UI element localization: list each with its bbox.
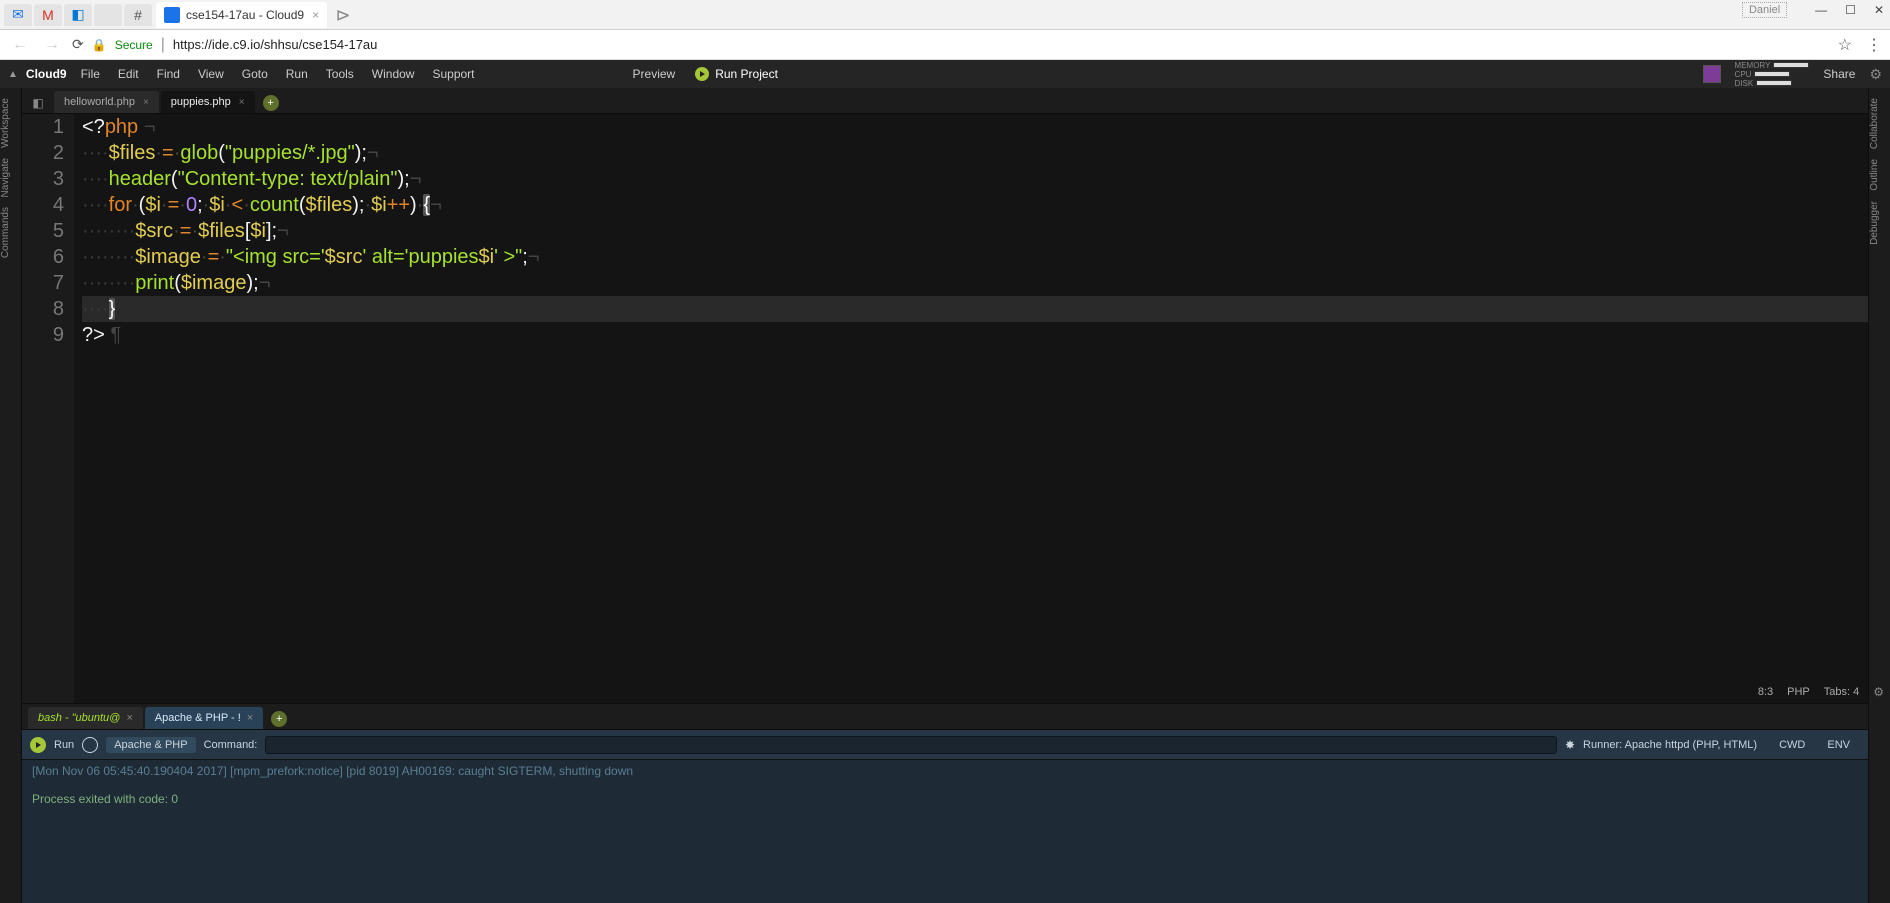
ide-menubar: ▲ Cloud9 File Edit Find View Goto Run To… bbox=[0, 60, 1890, 88]
restart-icon[interactable] bbox=[82, 737, 98, 753]
rail-workspace[interactable]: Workspace bbox=[0, 98, 22, 148]
nav-back-button[interactable]: ← bbox=[8, 36, 32, 54]
command-input[interactable] bbox=[265, 736, 1557, 754]
rail-outline[interactable]: Outline bbox=[1869, 159, 1890, 191]
file-tabbar: ◧ helloworld.php × puppies.php × + bbox=[22, 88, 1868, 114]
browser-tab-strip: ✉ M ◧ # cse154-17au - Cloud9 × ⊳ Daniel … bbox=[0, 0, 1890, 30]
left-rail: Workspace Navigate Commands bbox=[0, 88, 22, 903]
pinned-tab-gmail-icon[interactable]: M bbox=[34, 4, 62, 26]
pinned-tab-apple-icon[interactable] bbox=[94, 4, 122, 26]
share-button[interactable]: Share bbox=[1823, 67, 1855, 81]
panel-collapse-icon[interactable]: ◧ bbox=[28, 93, 48, 113]
file-tab-label: puppies.php bbox=[171, 96, 231, 108]
rail-collaborate[interactable]: Collaborate bbox=[1869, 98, 1890, 149]
menu-edit[interactable]: Edit bbox=[118, 67, 139, 81]
secure-label: Secure bbox=[115, 38, 153, 52]
terminal-tab-apache[interactable]: Apache & PHP - ! × bbox=[145, 707, 263, 729]
user-avatar-icon[interactable] bbox=[1703, 65, 1721, 83]
terminal-line: Process exited with code: 0 bbox=[32, 792, 1858, 806]
bookmark-star-icon[interactable]: ☆ bbox=[1838, 35, 1852, 55]
terminal-output[interactable]: [Mon Nov 06 05:45:40.190404 2017] [mpm_p… bbox=[22, 760, 1868, 903]
add-tab-button[interactable]: + bbox=[263, 95, 279, 111]
rail-commands[interactable]: Commands bbox=[0, 207, 22, 258]
new-tab-button[interactable]: ⊳ bbox=[333, 5, 353, 25]
menu-tools[interactable]: Tools bbox=[326, 67, 354, 81]
run-project-play-icon[interactable] bbox=[695, 67, 709, 81]
editor-status-strip: 8:3 PHP Tabs: 4 ⚙ bbox=[1758, 685, 1884, 699]
window-maximize-button[interactable]: ☐ bbox=[1845, 3, 1856, 17]
terminal-tab-label: Apache & PHP - ! bbox=[155, 712, 241, 724]
runner-info[interactable]: Runner: Apache httpd (PHP, HTML) bbox=[1583, 739, 1757, 751]
runner-chip[interactable]: Apache & PHP bbox=[106, 737, 195, 753]
resource-meters: MEMORY CPU DISK bbox=[1735, 61, 1810, 88]
env-button[interactable]: ENV bbox=[1827, 739, 1850, 751]
chrome-user-label[interactable]: Daniel bbox=[1742, 2, 1787, 18]
browser-tab-active[interactable]: cse154-17au - Cloud9 × bbox=[156, 2, 327, 28]
menu-support[interactable]: Support bbox=[432, 67, 474, 81]
ide-root: ▲ Cloud9 File Edit Find View Goto Run To… bbox=[0, 60, 1890, 903]
url-field[interactable]: https://ide.c9.io/shhsu/cse154-17au bbox=[173, 37, 1830, 52]
pinned-tab-outlook-icon[interactable]: ◧ bbox=[64, 4, 92, 26]
tab-close-icon[interactable]: × bbox=[239, 97, 245, 108]
pinned-tab-hash-icon[interactable]: # bbox=[124, 4, 152, 26]
tab-close-icon[interactable]: × bbox=[312, 8, 319, 22]
cursor-position: 8:3 bbox=[1758, 686, 1773, 698]
rail-navigate[interactable]: Navigate bbox=[0, 158, 22, 197]
run-button[interactable]: Run bbox=[54, 739, 74, 751]
cpu-label: CPU bbox=[1735, 70, 1752, 79]
chrome-menu-icon[interactable]: ⋮ bbox=[1866, 35, 1882, 55]
menu-window[interactable]: Window bbox=[372, 67, 415, 81]
file-tab-helloworld[interactable]: helloworld.php × bbox=[54, 91, 159, 113]
tab-close-icon[interactable]: × bbox=[247, 712, 253, 724]
code-editor[interactable]: 123456789 <?php ¬ ····$files·=·glob("pup… bbox=[22, 114, 1868, 703]
disk-label: DISK bbox=[1735, 79, 1754, 88]
command-label: Command: bbox=[204, 739, 258, 751]
reload-button[interactable]: ⟳ bbox=[72, 36, 84, 53]
editor-settings-gear-icon[interactable]: ⚙ bbox=[1873, 685, 1884, 699]
menu-file[interactable]: File bbox=[81, 67, 100, 81]
lang-mode[interactable]: PHP bbox=[1787, 686, 1810, 698]
terminal-line: [Mon Nov 06 05:45:40.190404 2017] [mpm_p… bbox=[32, 764, 1858, 778]
tab-close-icon[interactable]: × bbox=[126, 712, 132, 724]
nav-forward-button[interactable]: → bbox=[40, 36, 64, 54]
menu-find[interactable]: Find bbox=[157, 67, 180, 81]
preview-button[interactable]: Preview bbox=[633, 67, 676, 81]
code-area[interactable]: <?php ¬ ····$files·=·glob("puppies/*.jpg… bbox=[74, 114, 1868, 348]
file-tab-label: helloworld.php bbox=[64, 96, 135, 108]
window-close-button[interactable]: ✕ bbox=[1874, 3, 1884, 17]
terminal-tab-bash[interactable]: bash - "ubuntu@ × bbox=[28, 707, 143, 729]
brand-label[interactable]: Cloud9 bbox=[26, 67, 67, 81]
browser-tab-title: cse154-17au - Cloud9 bbox=[186, 8, 304, 22]
menu-run[interactable]: Run bbox=[286, 67, 308, 81]
window-minimize-button[interactable]: — bbox=[1815, 3, 1827, 17]
run-play-icon[interactable] bbox=[30, 737, 46, 753]
tab-close-icon[interactable]: × bbox=[143, 97, 149, 108]
add-terminal-tab-button[interactable]: + bbox=[271, 711, 287, 727]
address-bar: ← → ⟳ 🔒 Secure | https://ide.c9.io/shhsu… bbox=[0, 30, 1890, 60]
bottom-panel: bash - "ubuntu@ × Apache & PHP - ! × + R… bbox=[22, 703, 1868, 903]
bug-icon[interactable]: ✸ bbox=[1565, 738, 1575, 752]
terminal-tab-label: bash - "ubuntu@ bbox=[38, 712, 120, 724]
run-project-button[interactable]: Run Project bbox=[715, 67, 778, 81]
tab-size[interactable]: Tabs: 4 bbox=[1824, 686, 1859, 698]
cloud9-favicon-icon bbox=[164, 7, 180, 23]
cwd-button[interactable]: CWD bbox=[1779, 739, 1805, 751]
rail-debugger[interactable]: Debugger bbox=[1869, 201, 1890, 245]
lock-icon: 🔒 bbox=[92, 38, 107, 52]
right-rail: Collaborate Outline Debugger bbox=[1868, 88, 1890, 903]
collapse-tri-icon[interactable]: ▲ bbox=[8, 69, 18, 80]
settings-gear-icon[interactable]: ⚙ bbox=[1869, 66, 1882, 83]
menu-goto[interactable]: Goto bbox=[242, 67, 268, 81]
menu-view[interactable]: View bbox=[198, 67, 224, 81]
gutter: 123456789 bbox=[22, 114, 74, 703]
file-tab-puppies[interactable]: puppies.php × bbox=[161, 91, 255, 113]
memory-label: MEMORY bbox=[1735, 61, 1771, 70]
pinned-tab-mail-icon[interactable]: ✉ bbox=[4, 4, 32, 26]
bottom-tabbar: bash - "ubuntu@ × Apache & PHP - ! × + bbox=[22, 704, 1868, 730]
runner-toolbar: Run Apache & PHP Command: ✸ Runner: Apac… bbox=[22, 730, 1868, 760]
